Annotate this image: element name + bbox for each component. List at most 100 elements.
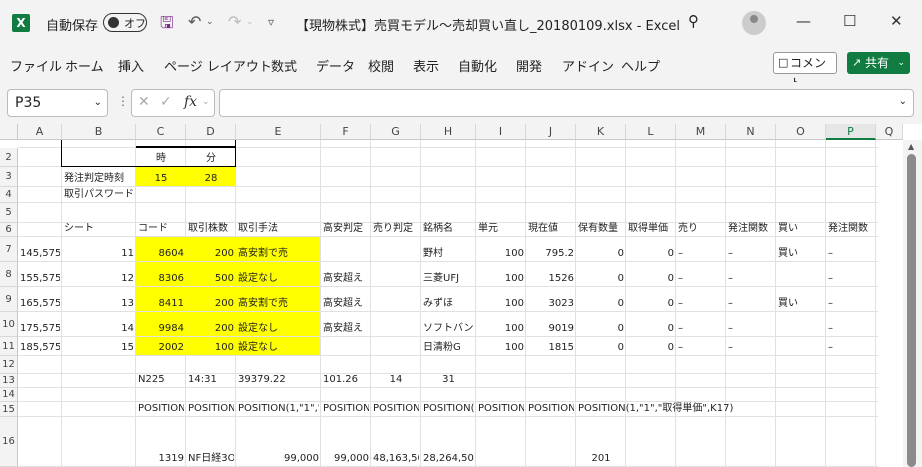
cell-o6[interactable]: 買い <box>778 222 824 236</box>
cell-g16[interactable]: 48,163,500 <box>373 452 419 466</box>
cell-m10[interactable]: – <box>678 322 724 336</box>
cell-e10[interactable]: 設定なし <box>238 322 319 336</box>
column-header-i[interactable]: I <box>476 124 526 140</box>
cell-i11[interactable]: 100 <box>478 341 524 355</box>
column-header-d[interactable]: D <box>186 124 236 140</box>
cell-h7[interactable]: 野村 <box>423 247 474 261</box>
cell-n10[interactable]: – <box>728 322 774 336</box>
cell-e15[interactable]: POSITION(1,"1","保 <box>238 402 319 416</box>
cell-f6[interactable]: 高安判定 <box>323 222 369 236</box>
cell-p7[interactable]: – <box>828 247 874 261</box>
search-icon[interactable]: ⚲ <box>688 12 699 30</box>
row-header-7[interactable]: 7 <box>0 237 18 262</box>
cell-c7[interactable]: 8604 <box>138 247 184 261</box>
cell-o7[interactable]: 買い <box>778 247 824 261</box>
cell-c13[interactable]: N225 <box>138 373 184 387</box>
row-header-2[interactable]: 2 <box>0 148 18 167</box>
cell-p10[interactable]: – <box>828 322 874 336</box>
cell-l6[interactable]: 取得単価 <box>628 222 674 236</box>
enter-icon[interactable]: ✓ <box>160 94 172 110</box>
cell-k7[interactable]: 0 <box>578 247 624 261</box>
cell-o9[interactable]: 買い <box>778 297 824 311</box>
cell-n9[interactable]: – <box>728 297 774 311</box>
cell-h11[interactable]: 日清粉G <box>423 341 474 355</box>
cell-i8[interactable]: 100 <box>478 272 524 286</box>
cell-j11[interactable]: 1815 <box>528 341 574 355</box>
cell-f9[interactable]: 高安超え <box>323 297 369 311</box>
cell-c9[interactable]: 8411 <box>138 297 184 311</box>
cell-f8[interactable]: 高安超え <box>323 272 369 286</box>
cell-d6[interactable]: 取引株数 <box>188 222 234 236</box>
cell-b4[interactable]: 取引パスワード <box>64 188 134 202</box>
cell-a8[interactable]: 155,575 <box>20 272 60 286</box>
redo-dropdown-icon[interactable]: ⌄ <box>246 17 254 27</box>
cell-c15[interactable]: POSITION(1 <box>138 402 184 416</box>
cell-n7[interactable]: – <box>728 247 774 261</box>
chevron-down-icon[interactable]: ⌄ <box>94 90 102 116</box>
cell-l9[interactable]: 0 <box>628 297 674 311</box>
cell-i15[interactable]: POSITION(1 <box>478 402 524 416</box>
tab-file[interactable]: ファイル <box>10 56 62 75</box>
row-header-16[interactable]: 16 <box>0 417 18 467</box>
cell-j8[interactable]: 1526 <box>528 272 574 286</box>
cell-p11[interactable]: – <box>828 341 874 355</box>
row-header-3[interactable]: 3 <box>0 167 18 187</box>
cell-e6[interactable]: 取引手法 <box>238 222 319 236</box>
cell-l7[interactable]: 0 <box>628 247 674 261</box>
cell-e9[interactable]: 高安割で売 <box>238 297 319 311</box>
cell-d15[interactable]: POSITION(1 <box>188 402 234 416</box>
cell-h13[interactable]: 31 <box>423 373 474 387</box>
cell-i7[interactable]: 100 <box>478 247 524 261</box>
cell-b8[interactable]: 12 <box>64 272 134 286</box>
cell-e7[interactable]: 高安割で売 <box>238 247 319 261</box>
expand-formula-icon[interactable]: ⌄ <box>899 96 907 107</box>
cell-j15[interactable]: POSITION(1 <box>528 402 574 416</box>
column-header-l[interactable]: L <box>626 124 676 140</box>
cell-l10[interactable]: 0 <box>628 322 674 336</box>
cell-n8[interactable]: – <box>728 272 774 286</box>
cell-c3[interactable]: 15 <box>138 172 184 186</box>
save-icon[interactable]: 🖫 <box>160 12 174 39</box>
cell-h16[interactable]: 28,264,500 <box>423 452 474 466</box>
cell-k8[interactable]: 0 <box>578 272 624 286</box>
cell-m8[interactable]: – <box>678 272 724 286</box>
cell-k16[interactable]: 201 <box>578 452 624 466</box>
cell-g15[interactable]: POSITION(1 <box>373 402 419 416</box>
cell-j7[interactable]: 795.2 <box>528 247 574 261</box>
cell-d10[interactable]: 200 <box>188 322 234 336</box>
undo-dropdown-icon[interactable]: ⌄ <box>206 17 214 27</box>
scroll-up-icon[interactable]: ▲ <box>908 142 914 151</box>
tab-home[interactable]: ホーム <box>65 56 104 75</box>
cell-i9[interactable]: 100 <box>478 297 524 311</box>
cell-h9[interactable]: みずほ <box>423 297 474 311</box>
column-header-q[interactable]: Q <box>876 124 903 140</box>
column-header-f[interactable]: F <box>321 124 371 140</box>
name-box[interactable]: P35 ⌄ <box>7 89 108 117</box>
row-header-5[interactable]: 5 <box>0 203 18 223</box>
row-header-10[interactable]: 10 <box>0 312 18 337</box>
cell-l8[interactable]: 0 <box>628 272 674 286</box>
row-header-12[interactable]: 12 <box>0 356 18 374</box>
cell-j6[interactable]: 現在値 <box>528 222 574 236</box>
cell-n11[interactable]: – <box>728 341 774 355</box>
column-header-m[interactable]: M <box>676 124 726 140</box>
column-header-p[interactable]: P <box>826 124 876 140</box>
cell-b7[interactable]: 11 <box>64 247 134 261</box>
tab-insert[interactable]: 挿入 <box>118 56 144 75</box>
cell-d13[interactable]: 14:31 <box>188 373 234 387</box>
cell-f13[interactable]: 101.26 <box>323 373 369 387</box>
minimize-icon[interactable]: — <box>796 12 811 30</box>
tab-formulas[interactable]: 数式 <box>271 56 297 75</box>
cancel-icon[interactable]: ✕ <box>138 94 150 110</box>
cell-d2[interactable]: 分 <box>188 152 234 166</box>
cell-e11[interactable]: 設定なし <box>238 341 319 355</box>
cell-d3[interactable]: 28 <box>188 172 234 186</box>
cell-f15[interactable]: POSITION(1 <box>323 402 369 416</box>
cell-b3[interactable]: 発注判定時刻 <box>64 172 134 186</box>
cell-i10[interactable]: 100 <box>478 322 524 336</box>
cell-e16[interactable]: 99,000 <box>238 452 319 466</box>
cell-d11[interactable]: 100 <box>188 341 234 355</box>
tab-automate[interactable]: 自動化 <box>458 56 497 75</box>
cell-c8[interactable]: 8306 <box>138 272 184 286</box>
cell-a7[interactable]: 145,575 <box>20 247 60 261</box>
